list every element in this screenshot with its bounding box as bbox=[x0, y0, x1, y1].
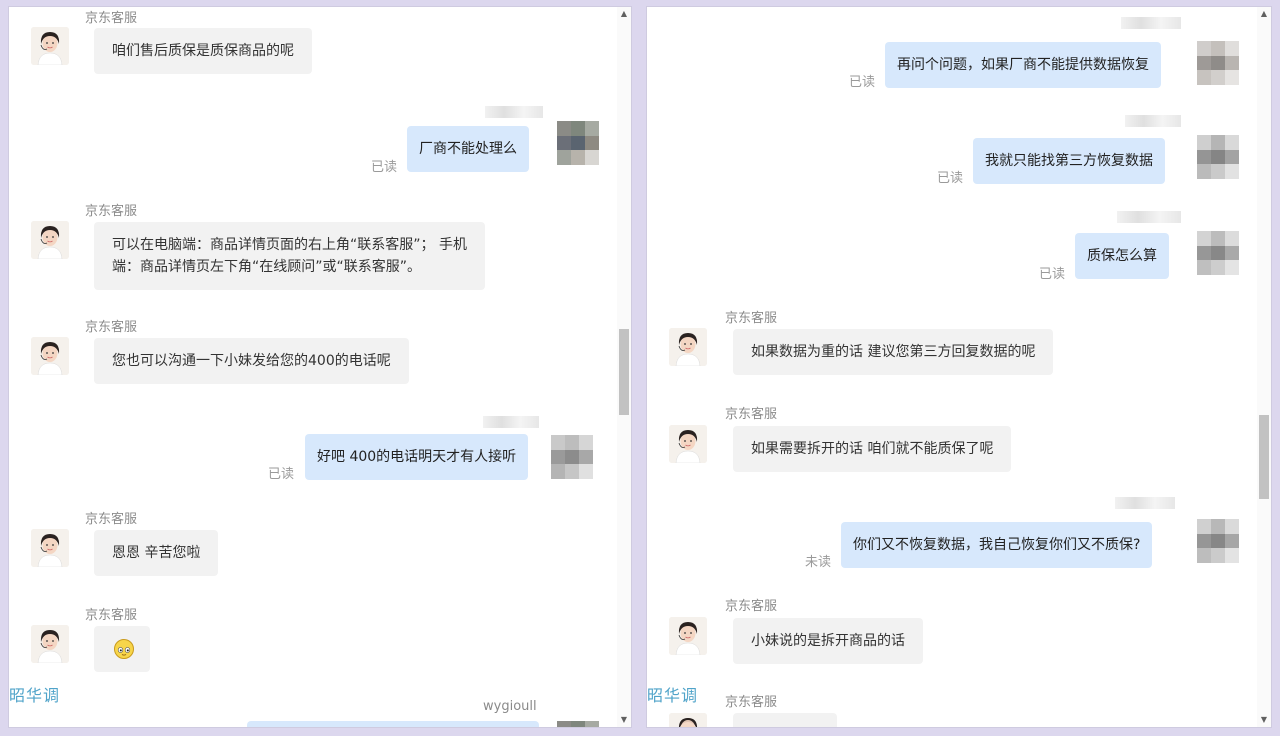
message-line: 端：商品详情页左下角“在线顾问”或“联系客服”。 bbox=[112, 259, 422, 275]
chat-panel-right: 已读 再问个问题，如果厂商不能提供数据恢复 已读 我就只能找第三方恢复数据 已读… bbox=[646, 6, 1272, 728]
scroll-thumb[interactable] bbox=[619, 329, 629, 415]
agent-avatar bbox=[31, 529, 69, 567]
chat-panel-left: 京东客服 咱们售后质保是质保商品的呢 已读 厂商不能处理么 京东客服 可以在电脑… bbox=[8, 6, 632, 728]
user-avatar-pixelated bbox=[557, 121, 599, 165]
sender-label: 京东客服 bbox=[725, 599, 778, 614]
watermark: 昭华调 bbox=[9, 686, 61, 705]
agent-avatar bbox=[31, 625, 69, 663]
agent-avatar bbox=[31, 337, 69, 375]
message-bubble-outgoing: 好吧 400的电话明天才有人接听 bbox=[305, 434, 529, 480]
user-avatar-pixelated bbox=[1197, 135, 1239, 179]
user-avatar-pixelated bbox=[557, 721, 599, 727]
message-bubble-outgoing: 再问个问题，如果厂商不能提供数据恢复 bbox=[885, 42, 1161, 88]
user-avatar-pixelated bbox=[1197, 41, 1239, 85]
sender-label: 京东客服 bbox=[85, 204, 138, 219]
agent-avatar bbox=[31, 27, 69, 65]
message-bubble-incoming-partial bbox=[733, 713, 837, 727]
message-bubble-outgoing: 厂商不能处理么 bbox=[407, 126, 529, 172]
message-line: 可以在电脑端：商品详情页面的右上角“联系客服”； 手机 bbox=[112, 237, 467, 253]
sender-label: 京东客服 bbox=[725, 695, 778, 710]
agent-avatar bbox=[669, 617, 707, 655]
watermark: 昭华调 bbox=[647, 686, 699, 705]
message-bubble-incoming: 咱们售后质保是质保商品的呢 bbox=[94, 28, 312, 74]
user-name-blurred bbox=[1121, 17, 1181, 29]
scrollbar[interactable]: ▲ ▼ bbox=[1257, 7, 1271, 727]
user-name-blurred bbox=[1117, 211, 1181, 223]
message-bubble-incoming: 可以在电脑端：商品详情页面的右上角“联系客服”； 手机 端：商品详情页左下角“在… bbox=[94, 222, 485, 290]
message-bubble-incoming: 恩恩 辛苦您啦 bbox=[94, 530, 219, 576]
message-bubble-incoming bbox=[94, 626, 150, 672]
message-bubble-incoming: 您也可以沟通一下小妹发给您的400的电话呢 bbox=[94, 338, 409, 384]
unread-receipt: 未读 bbox=[805, 555, 832, 570]
user-name: wygioull bbox=[483, 699, 537, 714]
message-bubble-incoming: 小妹说的是拆开商品的话 bbox=[733, 618, 923, 664]
read-receipt: 已读 bbox=[1039, 267, 1066, 282]
agent-avatar bbox=[31, 221, 69, 259]
read-receipt: 已读 bbox=[268, 467, 295, 482]
sender-label: 京东客服 bbox=[85, 320, 138, 335]
agent-avatar bbox=[669, 713, 707, 727]
user-avatar-pixelated bbox=[1197, 231, 1239, 275]
scrollbar[interactable]: ▲ ▼ bbox=[617, 7, 631, 727]
user-name-blurred bbox=[1115, 497, 1175, 509]
sender-label: 京东客服 bbox=[85, 608, 138, 623]
sender-label: 京东客服 bbox=[85, 11, 138, 26]
read-receipt: 已读 bbox=[937, 171, 964, 186]
user-avatar-pixelated bbox=[551, 435, 593, 479]
scroll-up-arrow-icon[interactable]: ▲ bbox=[617, 7, 631, 21]
sender-label: 京东客服 bbox=[85, 512, 138, 527]
read-receipt: 已读 bbox=[849, 75, 876, 90]
user-avatar-pixelated bbox=[1197, 519, 1239, 563]
scroll-down-arrow-icon[interactable]: ▼ bbox=[1257, 713, 1271, 727]
read-receipt: 已读 bbox=[371, 160, 398, 175]
message-bubble-incoming: 如果需要拆开的话 咱们就不能质保了呢 bbox=[733, 426, 1012, 472]
smiling-emoji-icon bbox=[114, 639, 134, 659]
agent-avatar bbox=[669, 328, 707, 366]
user-name-blurred bbox=[485, 106, 543, 118]
message-bubble-outgoing: 我就只能找第三方恢复数据 bbox=[973, 138, 1165, 184]
user-name-blurred bbox=[1125, 115, 1181, 127]
sender-label: 京东客服 bbox=[725, 407, 778, 422]
scroll-thumb[interactable] bbox=[1259, 415, 1269, 499]
scroll-down-arrow-icon[interactable]: ▼ bbox=[617, 713, 631, 727]
sender-label: 京东客服 bbox=[725, 311, 778, 326]
message-bubble-incoming: 如果数据为重的话 建议您第三方回复数据的呢 bbox=[733, 329, 1054, 375]
message-bubble-outgoing-partial bbox=[247, 721, 539, 727]
agent-avatar bbox=[669, 425, 707, 463]
message-bubble-outgoing: 你们又不恢复数据，我自己恢复你们又不质保? bbox=[841, 522, 1153, 568]
message-bubble-outgoing: 质保怎么算 bbox=[1075, 233, 1169, 279]
scroll-up-arrow-icon[interactable]: ▲ bbox=[1257, 7, 1271, 21]
user-name-blurred bbox=[483, 416, 539, 428]
